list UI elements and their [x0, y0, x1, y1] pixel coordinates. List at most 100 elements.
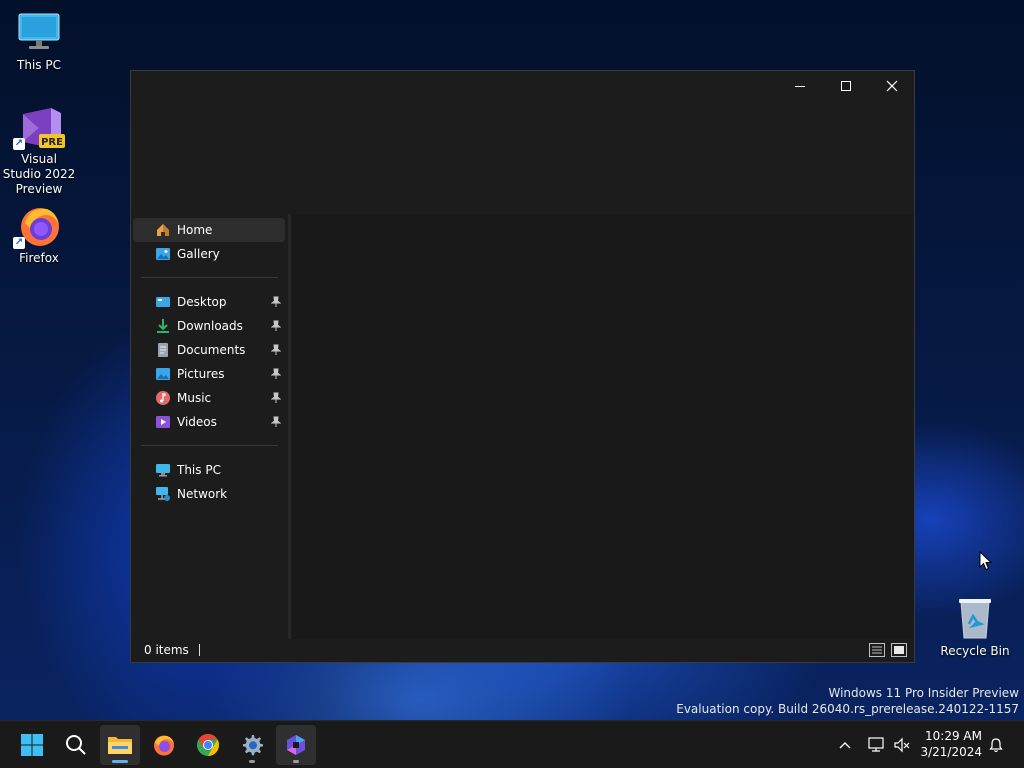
taskbar-dev-home[interactable]: [276, 725, 316, 765]
firefox-icon: ↗: [13, 203, 61, 249]
nav-item-documents[interactable]: Documents: [133, 338, 285, 362]
pin-icon[interactable]: [270, 344, 282, 356]
desktop-folder-icon: [155, 294, 171, 310]
toolbar-area: [131, 101, 914, 214]
pin-icon[interactable]: [270, 392, 282, 404]
bell-icon: [989, 738, 1003, 753]
taskbar: 10:29 AM 3/21/2024: [0, 720, 1024, 768]
navigation-pane[interactable]: Home Gallery Desktop Downloads Documents…: [131, 214, 288, 639]
desktop-icon-recycle-bin[interactable]: Recycle Bin: [937, 596, 1013, 659]
search-button[interactable]: [56, 725, 96, 765]
home-icon: [155, 222, 171, 238]
taskbar-chrome[interactable]: [188, 725, 228, 765]
details-view-button[interactable]: [869, 643, 885, 657]
nav-item-label: Desktop: [177, 295, 227, 309]
minimize-button[interactable]: [777, 71, 823, 101]
pin-icon[interactable]: [270, 368, 282, 380]
nav-item-this-pc[interactable]: This PC: [133, 458, 285, 482]
network-icon: [155, 486, 171, 502]
close-icon: [886, 80, 898, 92]
volume-muted-icon: [894, 737, 910, 753]
pin-icon[interactable]: [270, 296, 282, 308]
nav-item-pictures[interactable]: Pictures: [133, 362, 285, 386]
maximize-button[interactable]: [823, 71, 869, 101]
chevron-up-icon: [839, 742, 851, 749]
desktop-icon-label: Visual Studio 2022 Preview: [2, 152, 76, 196]
start-button[interactable]: [12, 725, 52, 765]
document-icon: [155, 342, 171, 358]
item-count: 0 items: [144, 642, 189, 657]
network-status-button[interactable]: [866, 735, 886, 755]
status-bar: 0 items: [131, 637, 914, 662]
mouse-cursor-icon: [979, 551, 992, 571]
pin-icon[interactable]: [270, 416, 282, 428]
nav-item-label: Network: [177, 487, 228, 501]
nav-item-label: Videos: [177, 415, 217, 429]
music-icon: [155, 390, 171, 406]
search-icon: [66, 735, 86, 755]
details-view-icon: [872, 646, 882, 654]
desktop-icon-label: Firefox: [19, 251, 59, 265]
notifications-button[interactable]: [986, 735, 1006, 755]
status-separator: [198, 643, 200, 656]
nav-item-gallery[interactable]: Gallery: [133, 242, 285, 266]
show-hidden-icons-button[interactable]: [835, 735, 855, 755]
windows-logo-icon: [21, 734, 43, 756]
nav-item-music[interactable]: Music: [133, 386, 285, 410]
shortcut-arrow-icon: ↗: [13, 237, 25, 249]
nav-separator: [141, 445, 278, 446]
visual-studio-icon: PRE ↗: [13, 104, 65, 150]
nav-item-label: Pictures: [177, 367, 225, 381]
firefox-icon: [154, 735, 174, 756]
watermark-line-2: Evaluation copy. Build 26040.rs_prerelea…: [676, 702, 1019, 716]
computer-icon: [17, 10, 61, 54]
minimize-icon: [795, 86, 805, 87]
pictures-icon: [155, 366, 171, 382]
network-ethernet-icon: [868, 737, 884, 752]
active-indicator: [112, 760, 128, 763]
nav-separator: [141, 277, 278, 278]
video-icon: [155, 414, 171, 430]
desktop-icon-label: This PC: [17, 58, 61, 72]
taskbar-clock[interactable]: 10:29 AM 3/21/2024: [920, 728, 982, 760]
computer-icon: [155, 462, 171, 478]
file-explorer-window: Home Gallery Desktop Downloads Documents…: [130, 70, 915, 663]
nav-item-label: Documents: [177, 343, 246, 357]
nav-item-label: Gallery: [177, 247, 220, 261]
desktop-icon-label: Recycle Bin: [940, 644, 1010, 658]
desktop-icon-firefox[interactable]: ↗ Firefox: [1, 203, 77, 266]
nav-item-network[interactable]: Network: [133, 482, 285, 506]
large-icons-view-button[interactable]: [891, 643, 907, 657]
nav-item-label: This PC: [177, 463, 221, 477]
file-list-pane[interactable]: [291, 214, 914, 639]
watermark-line-1: Windows 11 Pro Insider Preview: [828, 686, 1019, 700]
dev-home-icon: [287, 735, 305, 755]
maximize-icon: [841, 81, 851, 91]
desktop-icon-this-pc[interactable]: This PC: [1, 10, 77, 73]
running-indicator: [293, 760, 299, 763]
nav-item-downloads[interactable]: Downloads: [133, 314, 285, 338]
nav-item-label: Music: [177, 391, 212, 405]
nav-item-home[interactable]: Home: [133, 218, 285, 242]
nav-item-label: Downloads: [177, 319, 243, 333]
volume-button[interactable]: [892, 735, 912, 755]
close-button[interactable]: [869, 71, 915, 101]
large-icons-view-icon: [894, 646, 904, 654]
pre-badge: PRE: [41, 137, 63, 148]
gear-icon: [243, 735, 263, 756]
download-arrow-icon: [155, 318, 171, 334]
gallery-icon: [155, 246, 171, 262]
nav-item-videos[interactable]: Videos: [133, 410, 285, 434]
taskbar-settings[interactable]: [232, 725, 272, 765]
shortcut-arrow-icon: ↗: [13, 138, 25, 150]
nav-item-desktop[interactable]: Desktop: [133, 290, 285, 314]
taskbar-file-explorer[interactable]: [100, 725, 140, 765]
clock-date: 3/21/2024: [920, 745, 982, 759]
nav-item-label: Home: [177, 223, 213, 237]
chrome-icon: [197, 734, 219, 756]
running-indicator: [249, 760, 255, 763]
pin-icon[interactable]: [270, 320, 282, 332]
desktop-icon-visual-studio[interactable]: PRE ↗ Visual Studio 2022 Preview: [1, 104, 77, 197]
file-explorer-icon: [108, 737, 132, 754]
taskbar-firefox[interactable]: [144, 725, 184, 765]
